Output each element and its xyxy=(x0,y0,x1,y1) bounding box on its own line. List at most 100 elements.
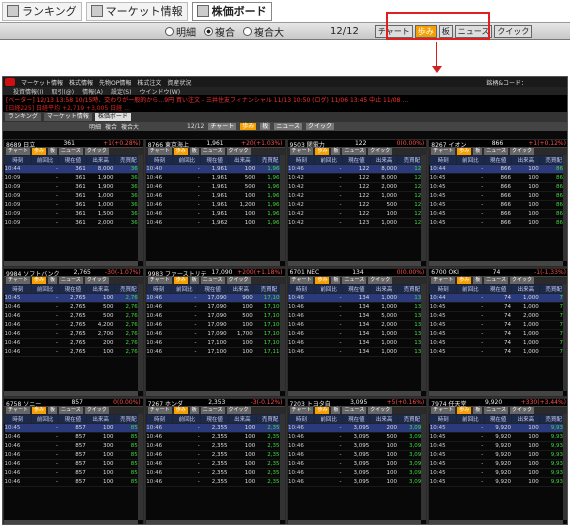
table-row[interactable]: 10:09-361 1,500 361 xyxy=(4,209,143,219)
menu-item[interactable]: 投資情報(I) xyxy=(13,87,43,96)
panel-button[interactable]: チャート xyxy=(147,277,172,285)
panel-button[interactable]: チャート xyxy=(289,406,314,414)
panel-button[interactable]: 板 xyxy=(47,277,57,285)
vertical-scrollbar[interactable] xyxy=(137,284,143,391)
table-row[interactable]: 10:44-361 8,000 361 xyxy=(4,164,143,174)
panel-button[interactable]: 板 xyxy=(473,277,483,285)
menu-item[interactable]: 情報(A) xyxy=(82,87,103,96)
table-row[interactable]: 10:42-122 2,000 123 xyxy=(288,182,426,192)
radio-combined-large[interactable]: 複合大 xyxy=(243,24,284,39)
table-row[interactable]: 10:46-134 5,000 135 xyxy=(288,311,426,322)
vertical-scrollbar[interactable] xyxy=(137,155,143,262)
vertical-scrollbar[interactable] xyxy=(563,413,567,520)
vertical-scrollbar[interactable] xyxy=(279,284,285,391)
horizontal-scrollbar[interactable] xyxy=(429,519,563,524)
table-row[interactable]: 10:46-857 100 857 xyxy=(4,459,143,469)
panel-button[interactable]: チャート xyxy=(431,148,456,155)
panel-button[interactable]: ニュース xyxy=(58,277,83,285)
table-row[interactable]: 10:46-1,961 1,200 1,962 xyxy=(146,200,284,210)
table-row[interactable]: 10:42-122 1,000 123 xyxy=(288,191,426,201)
app-tab-board[interactable]: 株価ボード xyxy=(94,113,131,121)
tab-ranking[interactable]: ランキング xyxy=(2,1,82,21)
stock-panel[interactable]: 8766 東京海上 1,961 +20(+1.03%) チャート 歩み板ニュース クイック… xyxy=(144,139,286,268)
menu-item[interactable]: 設定(S) xyxy=(111,87,132,96)
panel-button[interactable]: 歩み xyxy=(31,148,46,155)
table-row[interactable]: 10:09-361 1,900 361 xyxy=(4,182,143,192)
panel-button[interactable]: 板 xyxy=(47,148,57,155)
tab-stock-board[interactable]: 株価ボード xyxy=(191,1,272,21)
horizontal-scrollbar[interactable] xyxy=(145,261,280,267)
table-row[interactable]: 10:46-3,095 200 3,095 xyxy=(288,423,426,433)
panel-button[interactable]: クイック xyxy=(368,148,393,155)
table-row[interactable]: 10:42-122 8,000 122 xyxy=(288,173,426,183)
table-row[interactable]: 10:42-123 1,000 123 xyxy=(288,218,426,228)
stock-panel[interactable]: 9983 ファーストリテ 17,090 +200(+1.18%) チャート 歩み板ニュー… xyxy=(144,268,286,397)
panel-button[interactable]: 歩み xyxy=(173,277,188,285)
table-row[interactable]: 10:09-361 1,000 361 xyxy=(4,200,143,210)
panel-button[interactable]: チャート xyxy=(147,148,172,155)
panel-button[interactable]: ニュース xyxy=(342,406,367,414)
table-row[interactable]: 10:46-2,355 100 2,356 xyxy=(146,477,284,487)
table-row[interactable]: 10:45-9,920 100 9,930 xyxy=(429,477,567,487)
table-row[interactable]: 10:45-9,920 100 9,930 xyxy=(429,450,567,460)
title-menu-market[interactable]: マーケット情報 xyxy=(21,78,63,87)
table-row[interactable]: 10:42-122 500 123 xyxy=(288,200,426,210)
menu-item[interactable]: ウインドウ(W) xyxy=(139,87,180,96)
table-row[interactable]: 10:46-17,100 100 17,110 xyxy=(146,347,284,358)
table-row[interactable]: 10:46-2,765 100 2,766 xyxy=(4,347,143,358)
panel-button[interactable]: チャート xyxy=(6,148,30,155)
table-row[interactable]: 10:45-741,00074 xyxy=(429,347,567,358)
vertical-scrollbar[interactable] xyxy=(563,155,567,262)
panel-button[interactable]: クイック xyxy=(84,406,109,414)
app-trades-button[interactable]: 歩み xyxy=(240,123,257,130)
panel-button[interactable]: 板 xyxy=(189,406,199,414)
vertical-scrollbar[interactable] xyxy=(279,413,285,520)
panel-button[interactable]: チャート xyxy=(289,277,314,285)
panel-button[interactable]: 板 xyxy=(331,277,341,285)
panel-button[interactable]: チャート xyxy=(147,406,172,414)
vertical-scrollbar[interactable] xyxy=(279,155,285,262)
panel-button[interactable]: 歩み xyxy=(31,277,46,285)
table-row[interactable]: 10:46-1,961 100 1,961 xyxy=(146,191,284,201)
panel-button[interactable]: ニュース xyxy=(200,148,225,155)
table-row[interactable]: 10:46-857 100 857 xyxy=(4,477,143,487)
table-row[interactable]: 10:46-3,095 100 3,095 xyxy=(288,450,426,460)
tab-market-info[interactable]: マーケット情報 xyxy=(85,1,188,21)
panel-button[interactable]: チャート xyxy=(6,406,30,414)
title-menu-stock[interactable]: 株式情報 xyxy=(69,78,93,87)
table-row[interactable]: 10:46-134 1,000 135 xyxy=(288,347,426,358)
table-row[interactable]: 10:09-361 1,900 361 xyxy=(4,173,143,183)
table-row[interactable]: 10:45-857 100 857 xyxy=(4,423,143,433)
table-row[interactable]: 10:42-122 100 123 xyxy=(288,209,426,219)
stock-panel[interactable]: 6701 NEC 134 0(0.00%) チャート 歩み板ニュース クイック 時刻 前回比現… xyxy=(286,268,428,397)
panel-button[interactable]: クイック xyxy=(226,148,251,155)
table-row[interactable]: 10:46-2,355 100 2,356 xyxy=(146,450,284,460)
horizontal-scrollbar[interactable] xyxy=(429,390,563,396)
table-row[interactable]: 10:46-2,355 100 2,356 xyxy=(146,468,284,478)
stock-panel[interactable]: 8689 日立 361 +1(+0.28%) チャート 歩み板ニュース クイック 時刻 前回比… xyxy=(3,139,144,268)
table-row[interactable]: 10:45-741,00074 xyxy=(429,338,567,349)
panel-button[interactable]: クイック xyxy=(510,148,535,155)
panel-button[interactable]: ニュース xyxy=(484,148,508,155)
app-radio-detail[interactable]: 明細 xyxy=(89,122,101,131)
quick-button[interactable]: クイック xyxy=(494,24,533,38)
table-row[interactable]: 10:46-1,961 500 1,962 xyxy=(146,173,284,183)
table-row[interactable]: 10:46-857 300 857 xyxy=(4,441,143,451)
horizontal-scrollbar[interactable] xyxy=(287,519,422,524)
panel-button[interactable]: 歩み xyxy=(315,406,330,414)
panel-button[interactable]: クイック xyxy=(510,406,535,414)
table-row[interactable]: 10:44-866 100 866 xyxy=(429,164,567,174)
table-row[interactable]: 10:45-741,00074 xyxy=(429,329,567,340)
table-row[interactable]: 10:46-134 1,000 135 xyxy=(288,329,426,340)
table-row[interactable]: 10:46-122 8,000 123 xyxy=(288,164,426,174)
table-row[interactable]: 10:45-866 100 866 xyxy=(429,191,567,201)
table-row[interactable]: 10:46-2,355 100 2,356 xyxy=(146,432,284,442)
menu-item[interactable]: 取引(@) xyxy=(51,87,74,96)
panel-button[interactable]: 歩み xyxy=(173,406,188,414)
app-board-button[interactable]: 板 xyxy=(260,123,271,130)
table-row[interactable]: 10:46-3,095 100 3,095 xyxy=(288,459,426,469)
panel-button[interactable]: 歩み xyxy=(457,406,472,414)
panel-button[interactable]: チャート xyxy=(289,148,314,155)
table-row[interactable]: 10:45-866 100 866 xyxy=(429,218,567,228)
vertical-scrollbar[interactable] xyxy=(421,155,427,262)
